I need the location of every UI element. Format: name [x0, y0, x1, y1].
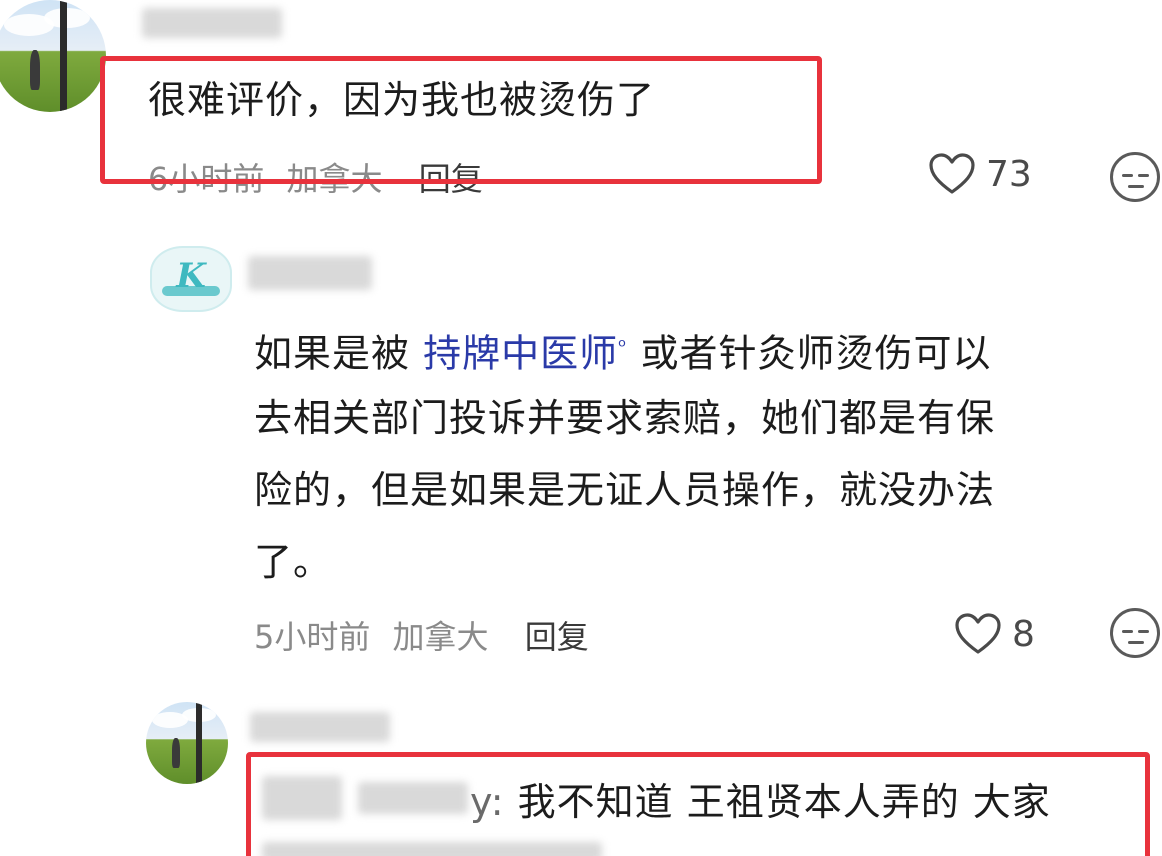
comment-1-like-button[interactable]: 73 — [928, 152, 1032, 196]
highlight-box-2 — [246, 752, 1150, 856]
comment-2-location: 加拿大 — [392, 618, 489, 656]
neutral-face-icon[interactable] — [1110, 608, 1160, 658]
comment-2-text: 如果是被 持牌中医师ᵒ 或者针灸师烫伤可以 去相关部门投诉并要求索赔，她们都是有… — [254, 322, 1144, 610]
comment-2-like-count: 8 — [1012, 613, 1035, 655]
avatar-user-2[interactable]: K — [150, 246, 232, 312]
comment-2-meta: 5小时前 加拿大 回复 — [254, 612, 589, 658]
search-icon[interactable]: ᵒ — [618, 334, 627, 358]
heart-outline-icon — [955, 613, 1001, 654]
comment-2-line-2: 去相关部门投诉并要求索赔，她们都是有保 — [254, 396, 996, 440]
username-2-blurred — [248, 256, 372, 290]
comment-2-time: 5小时前 — [254, 618, 371, 656]
comment-1-like-count: 73 — [986, 153, 1032, 195]
heart-outline-icon — [929, 153, 975, 194]
comment-2-line-3: 险的，但是如果是无证人员操作，就没办法 — [254, 468, 996, 512]
avatar-user-3[interactable] — [146, 702, 228, 784]
comment-2-reply-button[interactable]: 回复 — [525, 618, 589, 656]
username-3-blurred — [250, 712, 390, 742]
username-1-blurred — [142, 8, 282, 38]
comment-2-like-button[interactable]: 8 — [954, 612, 1035, 656]
comment-2-line-1: 如果是被 持牌中医师ᵒ 或者针灸师烫伤可以 — [254, 331, 992, 376]
neutral-face-icon[interactable] — [1110, 152, 1160, 202]
avatar-user-1[interactable] — [0, 0, 106, 112]
doctor-link[interactable]: 持牌中医师 — [423, 332, 618, 376]
highlight-box-1 — [100, 56, 822, 184]
comment-2-line-4: 了。 — [254, 540, 333, 584]
